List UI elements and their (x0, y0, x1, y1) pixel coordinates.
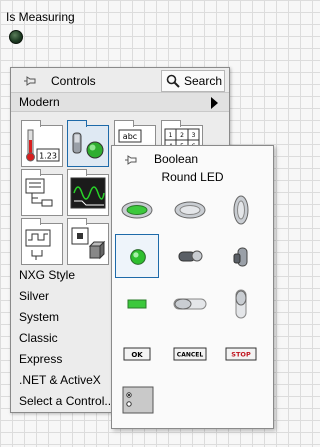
square-led-icon (127, 299, 147, 309)
io-palette-folder[interactable] (21, 218, 63, 265)
svg-text:2: 2 (180, 132, 184, 139)
boolean-palette: Boolean Round LED OK CANCEL STOP (111, 145, 274, 429)
category-silver[interactable]: Silver (19, 286, 49, 306)
indicator-label: Is Measuring (6, 10, 75, 24)
category-dotnet-activex[interactable]: .NET & ActiveX (19, 370, 101, 390)
category-modern-label: Modern (19, 95, 60, 109)
ok-button-control[interactable]: OK (115, 332, 159, 376)
stop-button-control[interactable]: STOP (219, 332, 263, 376)
numeric-icon: 1.23 (26, 129, 60, 162)
svg-text:3: 3 (192, 132, 196, 139)
boolean-palette-folder[interactable] (67, 120, 109, 167)
ok-button-text: OK (131, 351, 143, 359)
search-icon (166, 74, 180, 88)
vertical-toggle-icon (233, 247, 248, 267)
search-button[interactable]: Search (161, 70, 225, 92)
ok-button-icon: OK (123, 347, 151, 361)
square-led[interactable] (115, 282, 159, 326)
toggle-switch[interactable] (168, 234, 212, 278)
string-thumbnail-text: abc (123, 132, 137, 141)
radio-buttons-icon (122, 386, 154, 414)
submenu-arrow-icon (211, 97, 218, 109)
vertical-toggle-switch[interactable] (219, 234, 263, 278)
list-table-tree-icon (25, 178, 53, 207)
rocker-button[interactable] (219, 188, 263, 232)
push-button-green[interactable] (115, 188, 159, 232)
select-a-control-item[interactable]: Select a Control... (19, 391, 114, 411)
stop-button-icon: STOP (225, 347, 257, 361)
vertical-slide-icon (235, 289, 247, 319)
io-icon (25, 229, 51, 260)
list-table-tree-palette-folder[interactable] (21, 169, 63, 216)
stop-button-text: STOP (231, 351, 251, 359)
slide-switch-icon (173, 298, 207, 310)
graph-icon (70, 177, 106, 209)
cancel-button-control[interactable]: CANCEL (168, 332, 212, 376)
push-button-icon (174, 201, 206, 219)
is-measuring-led[interactable] (9, 30, 23, 44)
container-icon (71, 227, 106, 260)
category-system[interactable]: System (19, 307, 59, 327)
push-button-gray[interactable] (168, 188, 212, 232)
vertical-slide-switch[interactable] (219, 282, 263, 326)
category-express[interactable]: Express (19, 349, 62, 369)
category-modern[interactable]: Modern (11, 92, 229, 112)
slide-switch[interactable] (168, 282, 212, 326)
radio-buttons-control[interactable] (115, 379, 159, 423)
rocker-icon (233, 195, 249, 225)
round-led-icon (130, 249, 146, 265)
category-classic[interactable]: Classic (19, 328, 58, 348)
palette-title: Controls (51, 74, 96, 88)
cancel-button-icon: CANCEL (173, 347, 207, 361)
numeric-thumbnail-text: 1.23 (39, 152, 57, 161)
category-nxg-style[interactable]: NXG Style (19, 265, 75, 285)
svg-text:1: 1 (169, 132, 173, 139)
numeric-palette-folder[interactable]: 1.23 (21, 120, 63, 167)
cancel-button-text: CANCEL (177, 352, 204, 359)
controls-titlebar[interactable]: Controls Search (11, 68, 229, 94)
hovered-item-label: Round LED (161, 170, 224, 184)
boolean-palette-title: Boolean (154, 152, 199, 166)
push-button-icon (121, 201, 153, 219)
pin-icon[interactable] (23, 75, 37, 87)
pin-icon[interactable] (124, 154, 138, 166)
round-led[interactable] (115, 234, 159, 278)
container-palette-folder[interactable] (67, 218, 109, 265)
boolean-icon (72, 132, 104, 159)
graph-palette-folder[interactable] (67, 169, 109, 216)
search-label: Search (184, 74, 223, 88)
toggle-switch-icon (178, 250, 203, 262)
